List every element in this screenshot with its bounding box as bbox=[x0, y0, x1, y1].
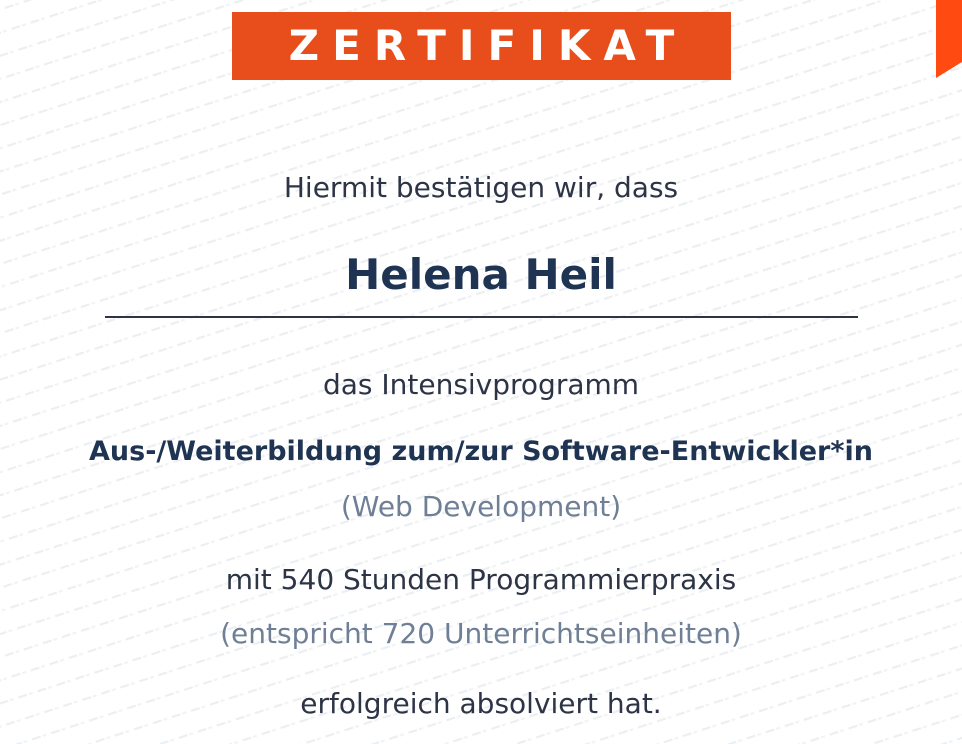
hours-note: (entspricht 720 Unterrichtseinheiten) bbox=[220, 617, 742, 650]
program-subtitle: (Web Development) bbox=[340, 490, 622, 523]
certificate-title: ZERTIFIKAT bbox=[232, 12, 731, 80]
recipient-name: Helena Heil bbox=[345, 250, 617, 299]
program-title: Aus-/Weiterbildung zum/zur Software-Entw… bbox=[89, 436, 873, 467]
hours-text: mit 540 Stunden Programmierpraxis bbox=[225, 563, 737, 596]
name-underline bbox=[105, 316, 858, 318]
closing-text: erfolgreich absolviert hat. bbox=[300, 687, 662, 720]
program-intro-text: das Intensivprogramm bbox=[322, 368, 640, 401]
corner-ribbon bbox=[936, 0, 962, 78]
intro-text: Hiermit bestätigen wir, dass bbox=[283, 171, 679, 204]
